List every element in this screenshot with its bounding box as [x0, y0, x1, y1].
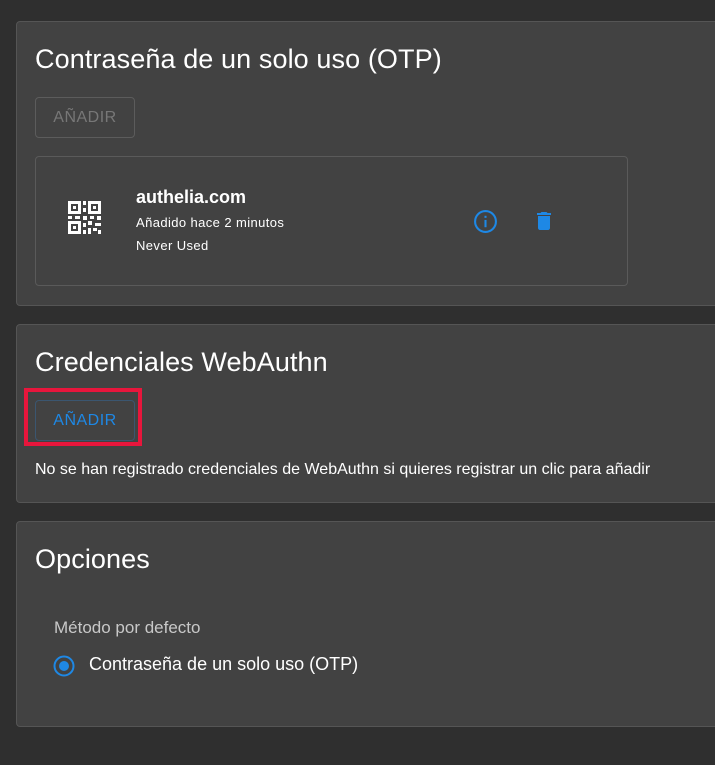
info-icon	[473, 209, 497, 233]
webauthn-section-title: Credenciales WebAuthn	[35, 347, 328, 377]
webauthn-add-button[interactable]: AÑADIR	[35, 400, 135, 441]
otp-info-button[interactable]	[470, 206, 500, 236]
default-method-label: Método por defecto	[54, 618, 201, 637]
otp-device-item: authelia.com Añadido hace 2 minutos Neve…	[35, 156, 628, 286]
otp-card: Contraseña de un solo uso (OTP) AÑADIR a…	[16, 21, 715, 306]
otp-device-usage: Never Used	[136, 238, 209, 253]
radio-otp-label[interactable]: Contraseña de un solo uso (OTP)	[89, 654, 358, 675]
webauthn-card: Credenciales WebAuthn AÑADIR No se han r…	[16, 324, 715, 503]
webauthn-empty-message: No se han registrado credenciales de Web…	[35, 461, 651, 478]
otp-add-button[interactable]: AÑADIR	[35, 97, 135, 138]
otp-section-title: Contraseña de un solo uso (OTP)	[35, 44, 442, 74]
radio-otp-selected[interactable]	[53, 655, 75, 677]
otp-device-name: authelia.com	[136, 187, 247, 207]
otp-delete-button[interactable]	[529, 206, 559, 236]
options-section-title: Opciones	[35, 544, 150, 574]
qr-code-icon	[68, 201, 101, 234]
options-card: Opciones Método por defecto Contraseña d…	[16, 521, 715, 727]
trash-icon	[537, 212, 551, 230]
otp-device-added: Añadido hace 2 minutos	[136, 215, 285, 230]
